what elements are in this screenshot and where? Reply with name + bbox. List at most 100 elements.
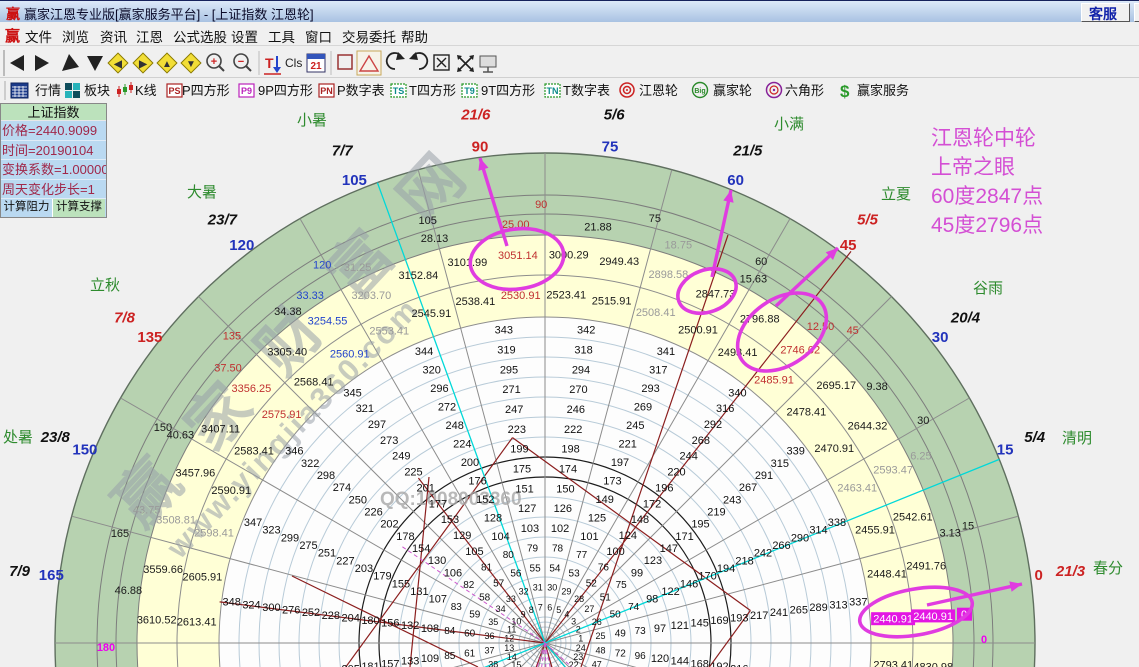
svg-text:32: 32 xyxy=(519,587,529,597)
svg-text:289: 289 xyxy=(809,602,827,614)
svg-text:行情: 行情 xyxy=(35,83,61,98)
svg-text:343: 343 xyxy=(495,325,513,337)
svg-text:150: 150 xyxy=(72,441,97,458)
svg-text:60: 60 xyxy=(464,629,476,640)
svg-text:266: 266 xyxy=(772,540,790,552)
svg-text:96: 96 xyxy=(635,651,647,662)
svg-text:106: 106 xyxy=(444,567,462,579)
svg-text:5/6: 5/6 xyxy=(604,107,626,124)
svg-text:30: 30 xyxy=(917,415,929,427)
svg-text:2538.41: 2538.41 xyxy=(456,296,496,308)
svg-text:81: 81 xyxy=(481,562,493,573)
svg-text:53: 53 xyxy=(569,568,581,579)
svg-text:36: 36 xyxy=(484,631,494,641)
svg-text:276: 276 xyxy=(282,605,300,617)
svg-text:2695.17: 2695.17 xyxy=(816,380,856,392)
svg-text:338: 338 xyxy=(828,517,846,529)
svg-text:27: 27 xyxy=(584,604,594,614)
svg-text:314: 314 xyxy=(809,525,827,537)
svg-text:TN: TN xyxy=(547,86,559,96)
svg-text:28: 28 xyxy=(574,594,584,604)
svg-text:157: 157 xyxy=(381,658,399,667)
svg-text:33: 33 xyxy=(506,594,516,604)
svg-text:上帝之眼: 上帝之眼 xyxy=(931,156,1015,179)
svg-text:151: 151 xyxy=(515,483,533,495)
svg-text:90: 90 xyxy=(535,199,547,211)
svg-text:3051.14: 3051.14 xyxy=(498,250,538,262)
svg-text:321: 321 xyxy=(356,403,374,415)
svg-text:55: 55 xyxy=(530,563,542,574)
svg-text:99: 99 xyxy=(631,567,643,579)
svg-text:178: 178 xyxy=(396,531,414,543)
svg-text:346: 346 xyxy=(285,446,303,458)
svg-text:49: 49 xyxy=(615,629,627,640)
svg-text:152: 152 xyxy=(476,494,494,506)
svg-text:228: 228 xyxy=(322,610,340,622)
svg-text:291: 291 xyxy=(755,470,773,482)
svg-text:30: 30 xyxy=(932,329,949,346)
svg-text:222: 222 xyxy=(564,424,582,436)
svg-text:347: 347 xyxy=(244,517,262,529)
svg-text:T: T xyxy=(265,55,274,71)
svg-text:23: 23 xyxy=(573,652,583,662)
svg-text:▲: ▲ xyxy=(162,59,172,70)
svg-text:2463.41: 2463.41 xyxy=(837,482,877,494)
svg-text:2598.41: 2598.41 xyxy=(194,527,234,539)
svg-text:7/9: 7/9 xyxy=(9,563,31,580)
svg-text:23/8: 23/8 xyxy=(40,429,71,446)
svg-text:2593.47: 2593.47 xyxy=(873,464,913,476)
svg-text:105: 105 xyxy=(342,172,367,189)
svg-text:243: 243 xyxy=(723,494,741,506)
svg-text:3356.25: 3356.25 xyxy=(232,383,272,395)
svg-text:25: 25 xyxy=(595,631,605,641)
svg-text:120: 120 xyxy=(651,653,669,665)
svg-text:79: 79 xyxy=(527,543,539,554)
svg-text:3407.11: 3407.11 xyxy=(201,423,240,435)
svg-text:2644.32: 2644.32 xyxy=(848,421,888,433)
svg-text:165: 165 xyxy=(111,528,129,540)
svg-text:K线: K线 xyxy=(135,83,157,98)
svg-text:290: 290 xyxy=(791,532,809,544)
svg-text:194: 194 xyxy=(717,563,735,575)
svg-text:24: 24 xyxy=(576,643,586,653)
svg-text:77: 77 xyxy=(576,550,588,561)
svg-text:149: 149 xyxy=(596,494,614,506)
svg-text:270: 270 xyxy=(569,384,587,396)
svg-text:148: 148 xyxy=(631,514,649,526)
svg-text:295: 295 xyxy=(500,364,518,376)
svg-text:169: 169 xyxy=(710,615,728,627)
svg-text:313: 313 xyxy=(829,599,847,611)
svg-text:3: 3 xyxy=(571,616,576,626)
svg-text:85: 85 xyxy=(444,651,456,662)
svg-text:201: 201 xyxy=(417,483,435,495)
svg-text:181: 181 xyxy=(361,661,379,667)
svg-text:269: 269 xyxy=(634,401,652,413)
svg-text:156: 156 xyxy=(381,618,399,630)
svg-text:清明: 清明 xyxy=(1062,430,1092,447)
svg-text:38: 38 xyxy=(488,660,498,667)
svg-text:43.75: 43.75 xyxy=(133,505,161,517)
svg-text:76: 76 xyxy=(598,562,610,573)
svg-text:QQ:1008003360: QQ:1008003360 xyxy=(380,489,522,510)
svg-text:82: 82 xyxy=(463,580,475,591)
svg-text:146: 146 xyxy=(680,578,698,590)
svg-text:272: 272 xyxy=(438,401,456,413)
svg-text:154: 154 xyxy=(412,543,430,555)
svg-text:126: 126 xyxy=(554,503,572,515)
svg-text:7: 7 xyxy=(538,603,543,613)
svg-text:340: 340 xyxy=(728,387,746,399)
svg-text:275: 275 xyxy=(299,540,317,552)
svg-text:108: 108 xyxy=(421,623,439,635)
svg-text:224: 224 xyxy=(453,438,471,450)
svg-text:15: 15 xyxy=(997,441,1014,458)
svg-text:144: 144 xyxy=(671,656,689,667)
svg-text:TS: TS xyxy=(393,86,405,96)
svg-text:T数字表: T数字表 xyxy=(563,83,610,98)
svg-text:297: 297 xyxy=(368,419,386,431)
svg-text:3508.81: 3508.81 xyxy=(156,515,196,527)
svg-text:9P四方形: 9P四方形 xyxy=(258,83,313,98)
svg-text:271: 271 xyxy=(502,384,520,396)
svg-text:216: 216 xyxy=(730,664,748,667)
svg-text:171: 171 xyxy=(675,531,693,543)
svg-text:2949.43: 2949.43 xyxy=(599,256,639,268)
